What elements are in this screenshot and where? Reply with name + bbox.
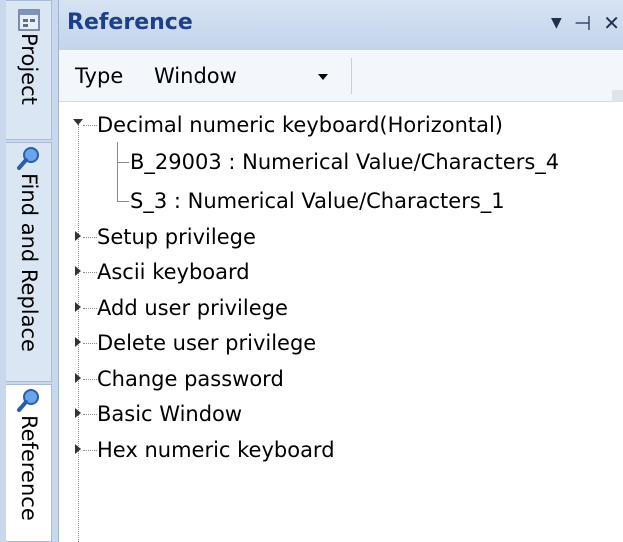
project-window-icon: [18, 9, 40, 31]
tree-guide-line: [78, 124, 79, 542]
tree-item-label: Basic Window: [97, 402, 243, 426]
tab-label-find-and-replace: Find and Replace: [17, 173, 41, 352]
reference-panel: Reference ▼ ⊣ ✕ Type Window Decimal nume…: [58, 0, 623, 542]
tree-item[interactable]: Delete user privilege: [97, 326, 316, 360]
tree-item-label: B_29003 : Numerical Value/Characters_4: [130, 150, 560, 174]
panel-title: Reference: [67, 10, 193, 35]
tree-item-root[interactable]: Decimal numeric keyboard(Horizontal): [97, 108, 503, 142]
tree-connector: [83, 125, 97, 126]
toolbar-separator: [351, 58, 352, 94]
tree-item[interactable]: Change password: [97, 362, 284, 396]
reference-tree: Decimal numeric keyboard(Horizontal) B_2…: [59, 102, 623, 542]
tree-connector: [83, 237, 97, 238]
tree-connector: [83, 308, 97, 309]
tree-child-connector: [117, 162, 129, 163]
tree-connector: [83, 414, 97, 415]
close-icon[interactable]: ✕: [603, 12, 620, 34]
tree-item-label: Setup privilege: [97, 225, 256, 249]
expand-toggle-icon[interactable]: [75, 302, 81, 312]
expand-toggle-icon[interactable]: [75, 444, 81, 454]
tree-child-item[interactable]: S_3 : Numerical Value/Characters_1: [130, 184, 505, 218]
tree-child-connector: [117, 201, 129, 202]
tree-item[interactable]: Ascii keyboard: [97, 255, 250, 289]
panel-titlebar: Reference ▼ ⊣ ✕: [59, 0, 623, 50]
expand-toggle-icon[interactable]: [75, 408, 81, 418]
type-select-value: Window: [154, 64, 237, 88]
expand-toggle-icon[interactable]: [75, 337, 81, 347]
tab-label-project: Project: [17, 33, 41, 105]
expand-toggle-icon[interactable]: [73, 119, 83, 125]
tree-item[interactable]: Hex numeric keyboard: [97, 433, 335, 467]
tree-item-label: Ascii keyboard: [97, 260, 250, 284]
tree-item-label: Change password: [97, 367, 284, 391]
tree-connector: [83, 450, 97, 451]
tree-item[interactable]: Basic Window: [97, 397, 242, 431]
type-select[interactable]: Window: [141, 58, 341, 94]
tree-item-label: S_3 : Numerical Value/Characters_1: [130, 189, 505, 213]
tree-connector: [83, 272, 97, 273]
tab-project[interactable]: Project: [6, 0, 52, 140]
tree-child-connector: [117, 142, 118, 202]
expand-toggle-icon[interactable]: [75, 266, 81, 276]
tab-label-reference: Reference: [17, 415, 41, 521]
tree-item-label: Add user privilege: [97, 296, 288, 320]
chevron-down-icon: [318, 74, 328, 80]
panel-toolbar: Type Window: [59, 50, 623, 102]
panel-menu-dropdown-icon[interactable]: ▼: [551, 12, 562, 34]
side-tab-strip: Project Find and Replace Reference: [0, 0, 58, 542]
tree-item[interactable]: Setup privilege: [97, 220, 256, 254]
panel-title-buttons: ▼ ⊣ ✕: [551, 12, 620, 34]
magnifier-icon: [17, 147, 39, 170]
tree-item[interactable]: Add user privilege: [97, 291, 288, 325]
pin-icon[interactable]: ⊣: [574, 12, 591, 34]
tree-item-label: Decimal numeric keyboard(Horizontal): [97, 113, 504, 137]
tab-find-and-replace[interactable]: Find and Replace: [6, 142, 52, 382]
magnifier-icon: [17, 389, 39, 412]
type-label: Type: [75, 64, 124, 88]
tree-connector: [83, 379, 97, 380]
tree-item-label: Delete user privilege: [97, 331, 317, 355]
expand-toggle-icon[interactable]: [75, 373, 81, 383]
toolbar-overflow: [612, 90, 623, 102]
tree-child-item[interactable]: B_29003 : Numerical Value/Characters_4: [130, 145, 559, 179]
tree-connector: [83, 343, 97, 344]
tree-item-label: Hex numeric keyboard: [97, 438, 335, 462]
expand-toggle-icon[interactable]: [75, 231, 81, 241]
tab-reference[interactable]: Reference: [6, 384, 52, 542]
